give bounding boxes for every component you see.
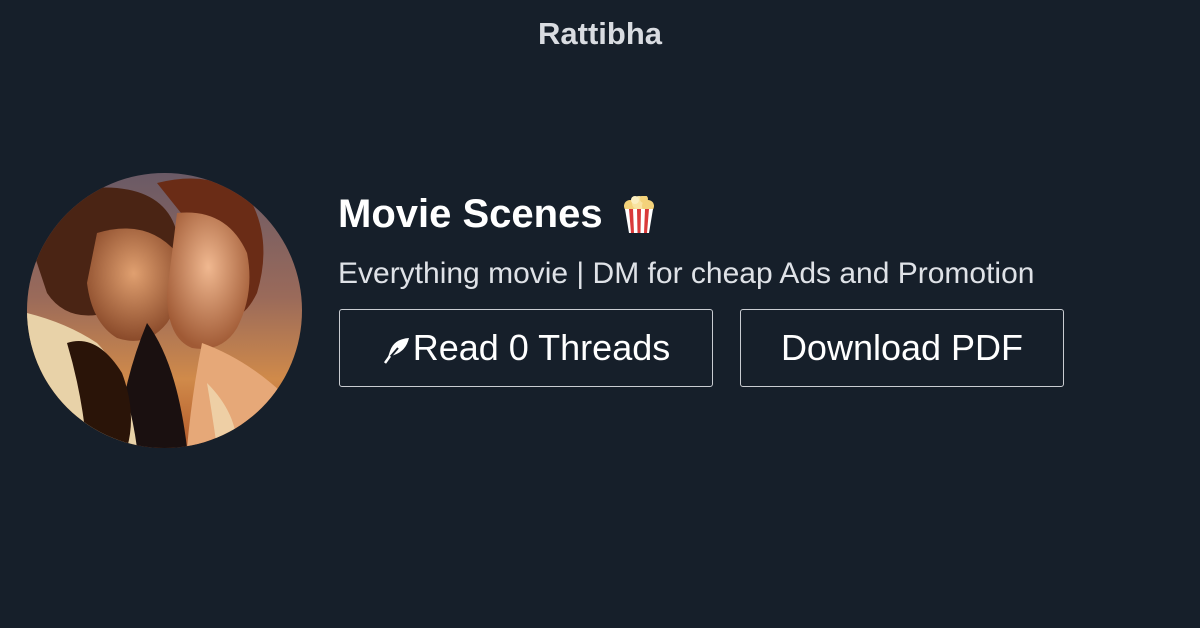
brand-title: Rattibha xyxy=(538,16,662,51)
avatar-image xyxy=(27,173,302,448)
profile-title: Movie Scenes xyxy=(338,192,657,237)
download-pdf-label: Download PDF xyxy=(780,327,1024,368)
profile-name: Movie Scenes xyxy=(338,192,603,236)
download-pdf-button[interactable]: Download PDF xyxy=(740,309,1064,387)
profile-bio: Everything movie | DM for cheap Ads and … xyxy=(338,257,1035,290)
read-threads-label: Read 0 Threads xyxy=(412,327,671,368)
avatar xyxy=(27,173,302,448)
feather-icon xyxy=(383,338,409,364)
popcorn-icon xyxy=(621,194,657,234)
read-threads-button[interactable]: Read 0 Threads xyxy=(339,309,713,387)
